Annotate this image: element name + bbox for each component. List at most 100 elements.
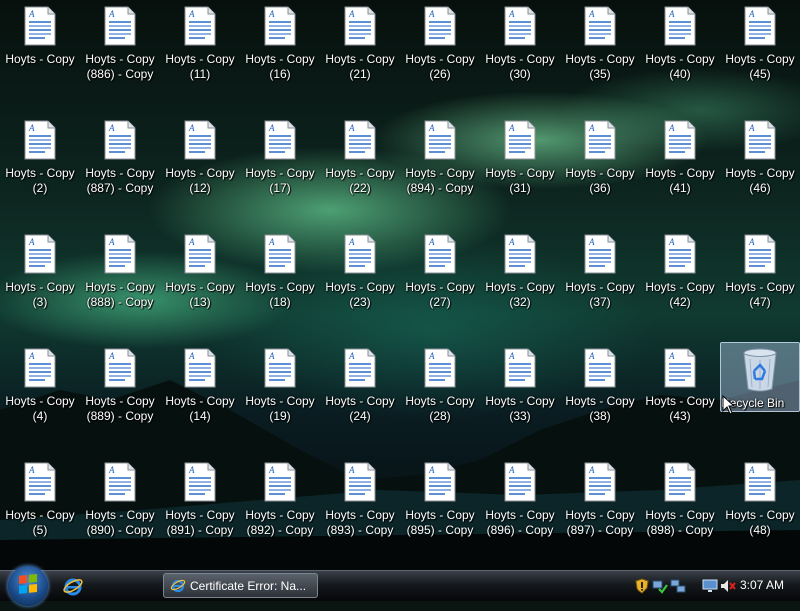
desktop-icon[interactable]: A Hoyts - Copy (35) — [560, 0, 640, 110]
desktop-icon[interactable]: A Hoyts - Copy (886) - Copy — [80, 0, 160, 110]
volume-muted-icon[interactable] — [720, 578, 736, 594]
desktop-icon[interactable]: A Hoyts - Copy (5) — [0, 456, 80, 566]
desktop-icon[interactable]: A Hoyts - Copy (38) — [560, 342, 640, 452]
document-icon: A — [584, 6, 616, 46]
desktop-icon[interactable]: A Hoyts - Copy (30) — [480, 0, 560, 110]
desktop-icon[interactable]: A Hoyts - Copy (14) — [160, 342, 240, 452]
svg-text:A: A — [668, 123, 675, 133]
desktop-icon[interactable]: A Hoyts - Copy (27) — [400, 228, 480, 338]
svg-text:A: A — [268, 123, 275, 133]
desktop-icon[interactable]: A Hoyts - Copy (892) - Copy — [240, 456, 320, 566]
desktop-icon-label: Hoyts - Copy (13) — [165, 280, 235, 309]
display-icon[interactable] — [702, 578, 718, 594]
svg-text:A: A — [428, 9, 435, 19]
desktop-icon-label: Hoyts - Copy (16) — [245, 52, 315, 81]
recycle-bin-icon — [743, 348, 777, 392]
desktop-icon[interactable]: A Hoyts - Copy (24) — [320, 342, 400, 452]
desktop-icon-label: Hoyts - Copy (5) — [5, 508, 75, 537]
document-icon: A — [504, 6, 536, 46]
desktop-icon[interactable]: A Hoyts - Copy (888) - Copy — [80, 228, 160, 338]
document-icon: A — [24, 348, 56, 388]
network-icon[interactable] — [670, 578, 686, 594]
desktop-icon[interactable]: A Hoyts - Copy (11) — [160, 0, 240, 110]
desktop-icon[interactable]: A Hoyts - Copy (890) - Copy — [80, 456, 160, 566]
desktop-icon[interactable]: A Hoyts - Copy (887) - Copy — [80, 114, 160, 224]
desktop-icon[interactable]: A Hoyts - Copy (19) — [240, 342, 320, 452]
desktop-icon[interactable]: A Hoyts - Copy (32) — [480, 228, 560, 338]
desktop[interactable]: A Hoyts - Copy A Hoyts - Copy (886) - Copy A… — [0, 0, 800, 570]
document-icon: A — [344, 462, 376, 502]
desktop-icon[interactable]: A Hoyts - Copy (47) — [720, 228, 800, 338]
desktop-icon[interactable]: A Hoyts - Copy (26) — [400, 0, 480, 110]
desktop-icon[interactable]: A Hoyts - Copy (40) — [640, 0, 720, 110]
desktop-icon[interactable]: A Hoyts - Copy (18) — [240, 228, 320, 338]
clock[interactable]: 3:07 AM — [740, 578, 784, 592]
document-icon: A — [344, 348, 376, 388]
taskbar-button-certificate-error[interactable]: Certificate Error: Na... — [163, 573, 318, 598]
desktop-icon[interactable]: A Hoyts - Copy (12) — [160, 114, 240, 224]
desktop-icon[interactable]: A Hoyts - Copy (897) - Copy — [560, 456, 640, 566]
document-icon: A — [504, 120, 536, 160]
document-icon: A — [584, 348, 616, 388]
desktop-icon[interactable]: A Hoyts - Copy (37) — [560, 228, 640, 338]
document-icon: A — [664, 234, 696, 274]
network-check-icon[interactable] — [652, 578, 668, 594]
svg-text:A: A — [268, 465, 275, 475]
document-icon: A — [264, 462, 296, 502]
desktop-icon[interactable]: A Hoyts - Copy (891) - Copy — [160, 456, 240, 566]
desktop-icon[interactable]: A Hoyts - Copy (895) - Copy — [400, 456, 480, 566]
desktop-icon[interactable]: A Hoyts - Copy (42) — [640, 228, 720, 338]
svg-text:A: A — [108, 351, 115, 361]
svg-text:A: A — [188, 465, 195, 475]
desktop-icon[interactable]: A Hoyts - Copy (17) — [240, 114, 320, 224]
document-icon: A — [664, 348, 696, 388]
svg-text:A: A — [28, 9, 35, 19]
document-icon: A — [744, 234, 776, 274]
desktop-icon-label: Hoyts - Copy (890) - Copy — [85, 508, 155, 537]
windows-start-icon — [19, 573, 37, 594]
desktop-icon[interactable]: A Hoyts - Copy (48) — [720, 456, 800, 566]
desktop-icon[interactable]: A Hoyts - Copy — [0, 0, 80, 110]
desktop-icon-label: Hoyts - Copy (896) - Copy — [485, 508, 555, 537]
desktop-icon[interactable]: A Hoyts - Copy (13) — [160, 228, 240, 338]
desktop-icon-label: Hoyts - Copy (894) - Copy — [405, 166, 475, 195]
desktop-icon[interactable]: A Hoyts - Copy (2) — [0, 114, 80, 224]
document-icon: A — [504, 234, 536, 274]
desktop-icon-label: Hoyts - Copy (31) — [485, 166, 555, 195]
svg-text:A: A — [188, 237, 195, 247]
desktop-icon[interactable]: A Hoyts - Copy (28) — [400, 342, 480, 452]
start-button[interactable] — [8, 566, 48, 606]
desktop-icon[interactable]: A Hoyts - Copy (4) — [0, 342, 80, 452]
desktop-icon[interactable]: A Hoyts - Copy (3) — [0, 228, 80, 338]
desktop-icon[interactable]: A Hoyts - Copy (43) — [640, 342, 720, 452]
desktop-icon[interactable]: A Hoyts - Copy (894) - Copy — [400, 114, 480, 224]
desktop-icon[interactable]: A Hoyts - Copy (889) - Copy — [80, 342, 160, 452]
desktop-icon-label: Hoyts - Copy (41) — [645, 166, 715, 195]
shield-warning-icon[interactable] — [634, 578, 650, 594]
desktop-icon[interactable]: A Hoyts - Copy (36) — [560, 114, 640, 224]
svg-text:A: A — [748, 465, 755, 475]
desktop-icon[interactable]: A Hoyts - Copy (898) - Copy — [640, 456, 720, 566]
desktop-icon-label: Hoyts - Copy (43) — [645, 394, 715, 423]
desktop-icon[interactable]: A Hoyts - Copy (23) — [320, 228, 400, 338]
svg-text:A: A — [108, 237, 115, 247]
desktop-icon[interactable]: A Hoyts - Copy (46) — [720, 114, 800, 224]
document-icon: A — [424, 6, 456, 46]
desktop-icon[interactable]: A Hoyts - Copy (41) — [640, 114, 720, 224]
document-icon: A — [664, 6, 696, 46]
desktop-icon[interactable]: A Hoyts - Copy (893) - Copy — [320, 456, 400, 566]
desktop-icon[interactable]: A Hoyts - Copy (45) — [720, 0, 800, 110]
desktop-icon[interactable]: A Hoyts - Copy (896) - Copy — [480, 456, 560, 566]
desktop-icon[interactable]: A Hoyts - Copy (22) — [320, 114, 400, 224]
mouse-cursor-icon — [722, 395, 736, 415]
document-icon: A — [24, 234, 56, 274]
desktop-icon[interactable]: A Hoyts - Copy (21) — [320, 0, 400, 110]
desktop-icon[interactable]: A Hoyts - Copy (31) — [480, 114, 560, 224]
desktop-icon[interactable]: A Hoyts - Copy (33) — [480, 342, 560, 452]
document-icon: A — [584, 462, 616, 502]
document-icon: A — [184, 348, 216, 388]
svg-text:A: A — [508, 9, 515, 19]
internet-explorer-icon[interactable] — [62, 575, 84, 597]
desktop-icon[interactable]: A Hoyts - Copy (16) — [240, 0, 320, 110]
desktop-icon-label: Hoyts - Copy (897) - Copy — [565, 508, 635, 537]
